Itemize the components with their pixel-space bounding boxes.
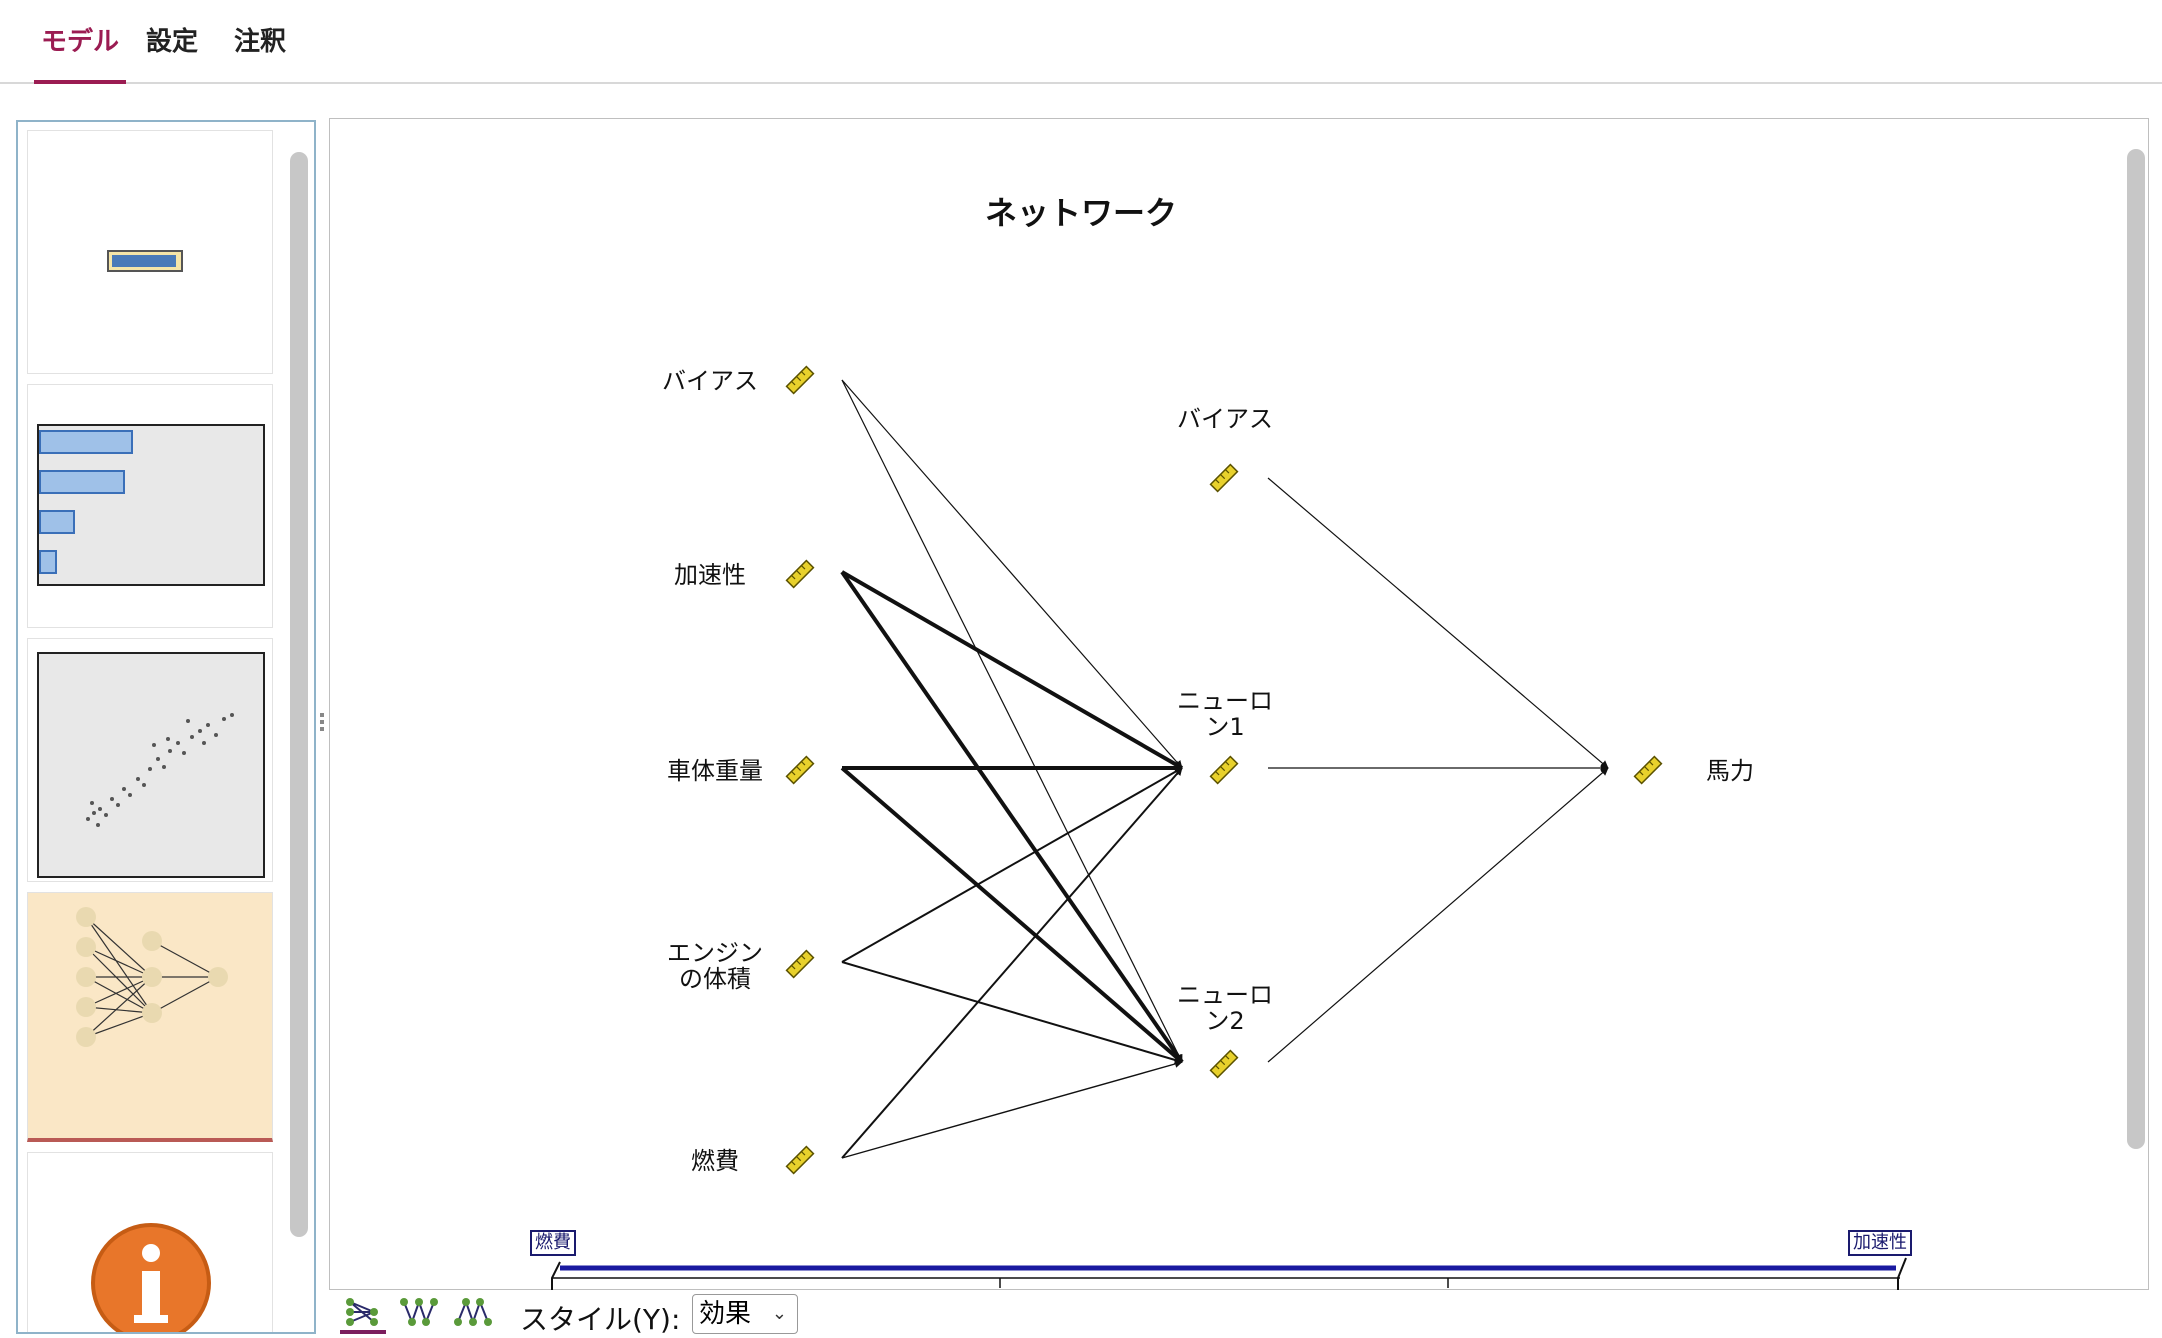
hidden-label-neuron2: ニューロ ン2 bbox=[1177, 981, 1273, 1035]
legend-right-handle[interactable] bbox=[1897, 1257, 1907, 1290]
hidden-bias-ruler-icon bbox=[1209, 463, 1239, 493]
input-label-bias: バイアス bbox=[662, 367, 758, 395]
hidden-label-neuron1: ニューロ ン1 bbox=[1177, 687, 1273, 741]
style-select[interactable]: 効果 ⌄ bbox=[692, 1294, 798, 1334]
input-label-acceleration: 加速性 bbox=[674, 561, 746, 589]
input-label-engine: エンジン の体積 bbox=[667, 939, 763, 993]
chevron-down-icon: ⌄ bbox=[771, 1303, 787, 1324]
hidden-neuron2-ruler-icon bbox=[1209, 1049, 1239, 1079]
weights-style-icon[interactable] bbox=[396, 1294, 442, 1334]
legend-left-handle[interactable] bbox=[551, 1261, 561, 1290]
edge-in-bias-h1 bbox=[841, 379, 1183, 769]
input-engine-ruler-icon bbox=[785, 949, 815, 979]
tree-style-icon[interactable] bbox=[450, 1294, 496, 1334]
input-weight-ruler-icon bbox=[785, 755, 815, 785]
edge-accel-h1 bbox=[841, 570, 1183, 770]
edge-hbias-out bbox=[1267, 477, 1609, 769]
edge-accel-h2 bbox=[840, 570, 1184, 1064]
hidden-neuron1-ruler-icon bbox=[1209, 755, 1239, 785]
hidden-label-bias: バイアス bbox=[1177, 405, 1273, 433]
input-label-mpg: 燃費 bbox=[691, 1147, 739, 1175]
edge-mpg-h1 bbox=[841, 767, 1183, 1159]
input-accel-ruler-icon bbox=[785, 559, 815, 589]
output-label: 馬力 bbox=[1706, 757, 1754, 785]
network-style-icon[interactable] bbox=[340, 1294, 386, 1334]
edge-engine-h2 bbox=[841, 961, 1183, 1064]
network-diagram bbox=[551, 365, 1907, 1290]
legend-left-tag: 燃費 bbox=[530, 1230, 576, 1256]
edge-mpg-h2 bbox=[841, 1060, 1183, 1159]
bottom-toolbar: スタイル(Y): 効果 ⌄ bbox=[340, 1294, 940, 1336]
edge-h2-out bbox=[1267, 767, 1609, 1063]
edge-weight-h2 bbox=[840, 766, 1184, 1064]
edge-engine-h1 bbox=[841, 767, 1183, 963]
style-label: スタイル(Y): bbox=[520, 1303, 681, 1336]
legend-right-tag: 加速性 bbox=[1848, 1230, 1912, 1256]
input-label-weight: 車体重量 bbox=[667, 757, 763, 785]
edge-in-bias-h2 bbox=[841, 379, 1183, 1063]
input-bias-ruler-icon bbox=[785, 365, 815, 395]
input-mpg-ruler-icon bbox=[785, 1145, 815, 1175]
output-ruler-icon bbox=[1633, 755, 1663, 785]
style-select-value: 効果 bbox=[699, 1299, 752, 1329]
